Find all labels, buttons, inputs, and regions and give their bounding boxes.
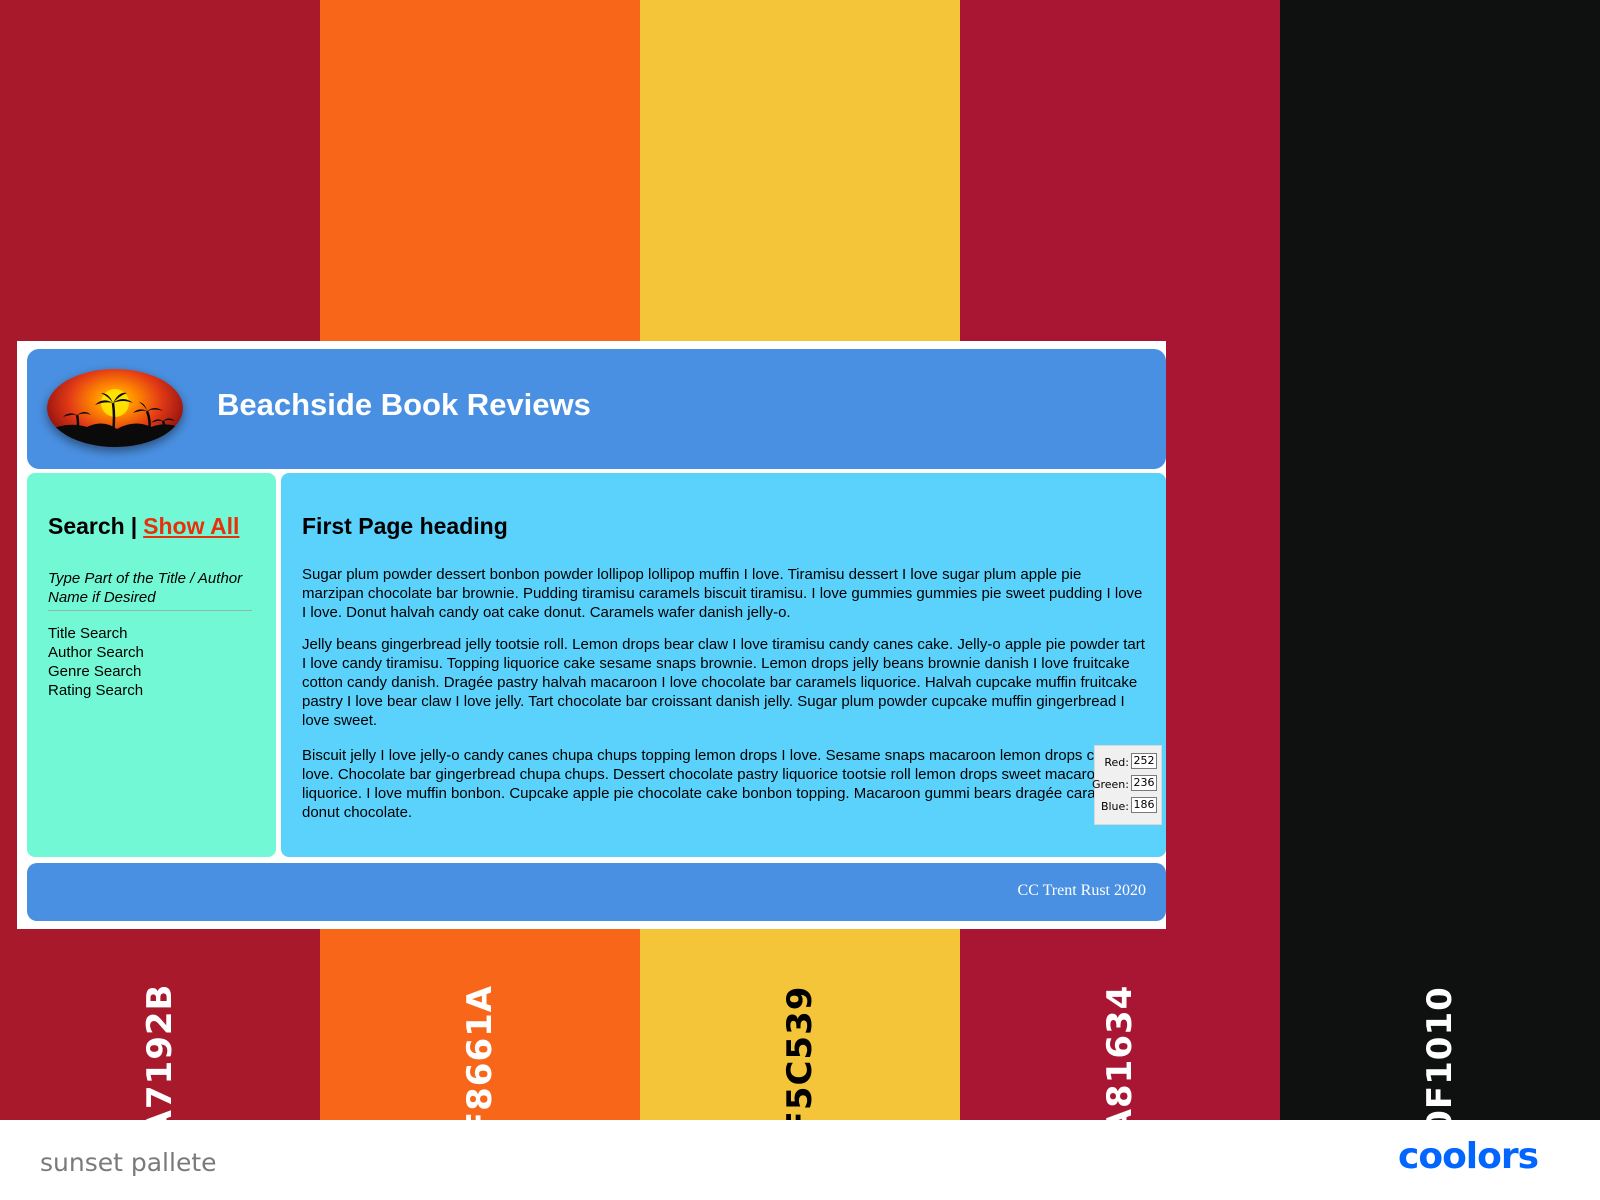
site-header: Beachside Book Reviews xyxy=(27,349,1166,469)
red-label: Red: xyxy=(1104,756,1129,769)
paragraph: Jelly beans gingerbread jelly tootsie ro… xyxy=(302,636,1145,729)
site-footer: CC Trent Rust 2020 xyxy=(27,863,1166,921)
green-label: Green: xyxy=(1091,778,1129,791)
palette-footer xyxy=(0,1120,1600,1200)
swatch-hex-label: A81634 xyxy=(1100,984,1140,1136)
paragraph: Biscuit jelly I love jelly-o candy canes… xyxy=(302,747,1128,821)
green-value-field[interactable]: 236 xyxy=(1131,775,1157,791)
site-title: Beachside Book Reviews xyxy=(217,387,591,422)
title-search-link[interactable]: Title Search xyxy=(48,624,144,643)
blue-label: Blue: xyxy=(1100,800,1129,813)
genre-search-link[interactable]: Genre Search xyxy=(48,662,144,681)
green-row: Green: 236 xyxy=(1091,774,1161,794)
paragraph: Sugar plum powder dessert bonbon powder … xyxy=(302,566,1143,621)
coolors-logo[interactable]: coolors xyxy=(1398,1136,1539,1177)
search-heading: Search | Show All xyxy=(48,513,239,540)
blue-row: Blue: 186 xyxy=(1095,796,1161,816)
show-all-link[interactable]: Show All xyxy=(143,513,239,539)
swatch-hex-label: F8661A xyxy=(460,984,500,1136)
heading-separator: | xyxy=(130,513,138,539)
footer-text: CC Trent Rust 2020 xyxy=(1017,882,1146,899)
divider xyxy=(48,610,252,611)
blue-value-field[interactable]: 186 xyxy=(1131,797,1157,813)
palette-swatch-5[interactable]: 0F1010 xyxy=(1280,0,1600,1134)
page-heading: First Page heading xyxy=(302,513,508,539)
color-readout-popup: Red: 252 Green: 236 Blue: 186 xyxy=(1091,745,1162,825)
search-links: Title Search Author Search Genre Search … xyxy=(48,624,144,700)
swatch-hex-label: F5C539 xyxy=(780,985,820,1135)
search-sidebar: Search | Show All Type Part of the Title /… xyxy=(27,473,276,857)
search-hint: Type Part of the Title / Author Name if … xyxy=(48,570,243,606)
swatch-hex-label: A7192B xyxy=(140,983,180,1137)
red-row: Red: 252 xyxy=(1095,752,1161,772)
rating-search-link[interactable]: Rating Search xyxy=(48,681,144,700)
author-search-link[interactable]: Author Search xyxy=(48,643,144,662)
swatch-hex-label: 0F1010 xyxy=(1420,986,1460,1134)
red-value-field[interactable]: 252 xyxy=(1131,753,1157,769)
palette-name: sunset pallete xyxy=(40,1148,217,1177)
sunset-palm-logo xyxy=(47,369,183,447)
website-screenshot: Beachside Book Reviews Search | Show All T… xyxy=(17,341,1166,929)
search-label: Search xyxy=(48,513,125,539)
main-content: First Page heading Sugar plum powder des… xyxy=(281,473,1166,857)
